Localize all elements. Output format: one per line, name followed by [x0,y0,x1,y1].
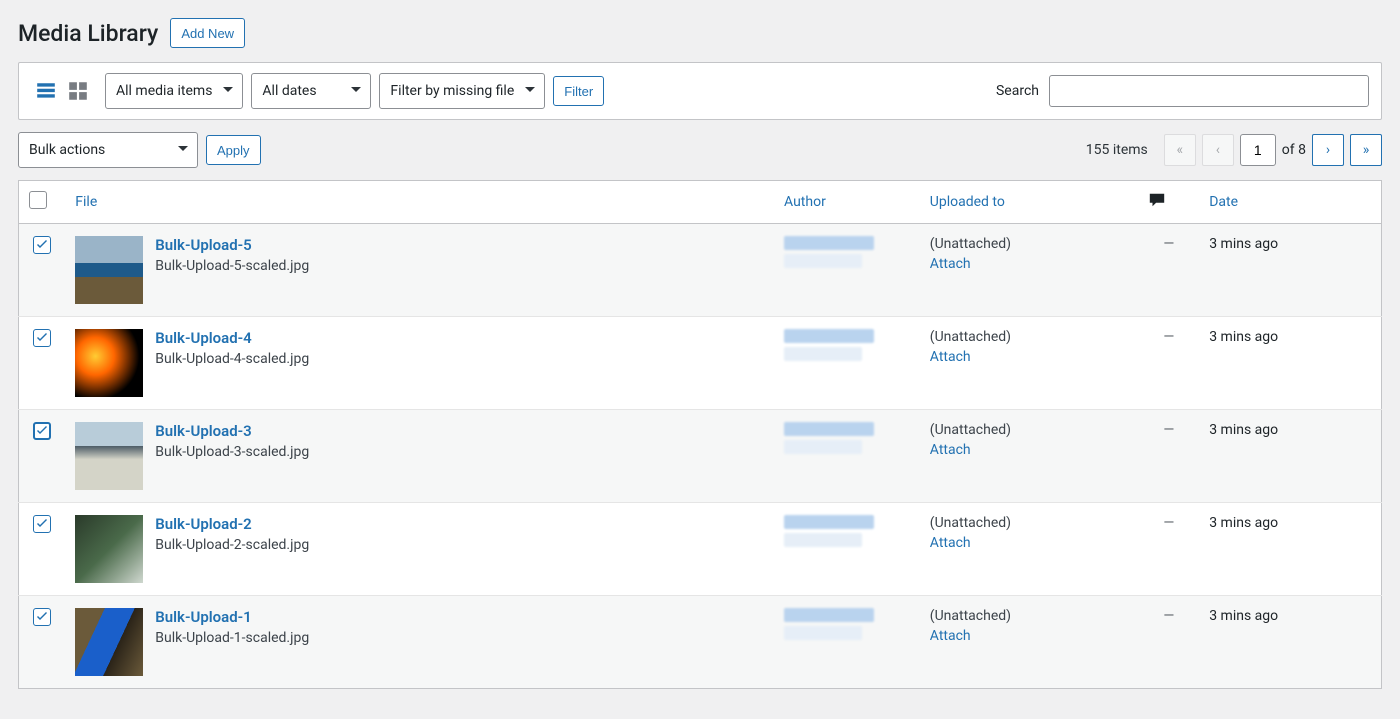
chevron-down-icon [524,83,536,99]
last-page-button[interactable]: » [1350,134,1382,166]
attach-link[interactable]: Attach [930,628,1129,644]
media-title-link[interactable]: Bulk-Upload-5 [155,236,309,254]
date-select[interactable]: All dates [251,73,371,109]
media-type-select-label: All media items [116,83,212,99]
row-checkbox[interactable] [33,329,51,347]
list-view-icon [35,80,57,102]
apply-button[interactable]: Apply [206,135,261,165]
filter-toolbar: All media items All dates Filter by miss… [18,62,1382,120]
bulk-actions-select[interactable]: Bulk actions [18,132,198,168]
attach-link[interactable]: Attach [930,442,1129,458]
column-header-uploaded-to[interactable]: Uploaded to [930,194,1005,210]
attach-link[interactable]: Attach [930,349,1129,365]
author-cell [784,236,910,268]
redacted-text [784,347,862,361]
search-label: Search [996,83,1039,99]
comment-bubble-icon [1148,197,1166,213]
media-type-select[interactable]: All media items [105,73,243,109]
missing-file-select-label: Filter by missing file [390,83,514,99]
redacted-text [784,254,862,268]
redacted-text [784,422,874,436]
filter-button[interactable]: Filter [553,76,604,106]
uploaded-to-status: (Unattached) [930,422,1129,438]
media-filename: Bulk-Upload-2-scaled.jpg [155,537,309,553]
media-filename: Bulk-Upload-4-scaled.jpg [155,351,309,367]
uploaded-to-status: (Unattached) [930,515,1129,531]
media-filename: Bulk-Upload-3-scaled.jpg [155,444,309,460]
attach-link[interactable]: Attach [930,256,1129,272]
media-thumbnail[interactable] [75,236,143,304]
media-title-link[interactable]: Bulk-Upload-1 [155,608,309,626]
media-title-link[interactable]: Bulk-Upload-3 [155,422,309,440]
author-cell [784,515,910,547]
comments-count: — [1163,422,1174,438]
chevron-down-icon [222,83,234,99]
current-page-input[interactable] [1240,134,1276,166]
author-cell [784,608,910,640]
media-table: File Author Uploaded to Date Bulk-Upload… [18,180,1382,689]
media-thumbnail[interactable] [75,329,143,397]
date-cell: 3 mins ago [1199,503,1381,596]
redacted-text [784,533,862,547]
total-pages-label: of 8 [1282,142,1306,158]
media-thumbnail[interactable] [75,608,143,676]
next-page-button[interactable]: › [1312,134,1344,166]
page-title: Media Library [18,20,158,47]
bulk-actions-select-label: Bulk actions [29,142,105,158]
column-header-file[interactable]: File [75,194,97,210]
redacted-text [784,515,874,529]
date-cell: 3 mins ago [1199,410,1381,503]
column-header-date[interactable]: Date [1209,194,1238,210]
select-all-checkbox[interactable] [29,191,47,209]
media-filename: Bulk-Upload-5-scaled.jpg [155,258,309,274]
media-title-link[interactable]: Bulk-Upload-4 [155,329,309,347]
redacted-text [784,626,862,640]
comments-count: — [1163,515,1174,531]
uploaded-to-status: (Unattached) [930,236,1129,252]
author-cell [784,329,910,361]
table-row: Bulk-Upload-2 Bulk-Upload-2-scaled.jpg (Un… [19,503,1382,596]
date-cell: 3 mins ago [1199,596,1381,689]
media-thumbnail[interactable] [75,515,143,583]
table-row: Bulk-Upload-4 Bulk-Upload-4-scaled.jpg (Un… [19,317,1382,410]
table-row: Bulk-Upload-1 Bulk-Upload-1-scaled.jpg (Un… [19,596,1382,689]
comments-count: — [1163,236,1174,252]
date-cell: 3 mins ago [1199,317,1381,410]
chevron-down-icon [350,83,362,99]
attach-link[interactable]: Attach [930,535,1129,551]
chevron-down-icon [177,142,189,158]
add-new-button[interactable]: Add New [170,18,245,48]
redacted-text [784,329,874,343]
date-select-label: All dates [262,83,316,99]
table-row: Bulk-Upload-3 Bulk-Upload-3-scaled.jpg (Un… [19,410,1382,503]
comments-count: — [1163,329,1174,345]
comments-count: — [1163,608,1174,624]
date-cell: 3 mins ago [1199,224,1381,317]
author-cell [784,422,910,454]
grid-view-button[interactable] [63,76,93,106]
row-checkbox[interactable] [33,422,51,440]
prev-page-button[interactable]: ‹ [1202,134,1234,166]
media-filename: Bulk-Upload-1-scaled.jpg [155,630,309,646]
grid-view-icon [67,80,89,102]
item-count: 155 items [1086,142,1148,158]
search-input[interactable] [1049,75,1369,107]
uploaded-to-status: (Unattached) [930,608,1129,624]
uploaded-to-status: (Unattached) [930,329,1129,345]
table-row: Bulk-Upload-5 Bulk-Upload-5-scaled.jpg (Un… [19,224,1382,317]
first-page-button[interactable]: « [1164,134,1196,166]
redacted-text [784,440,862,454]
missing-file-select[interactable]: Filter by missing file [379,73,545,109]
row-checkbox[interactable] [33,608,51,626]
row-checkbox[interactable] [33,236,51,254]
column-header-author[interactable]: Author [784,194,826,210]
media-title-link[interactable]: Bulk-Upload-2 [155,515,309,533]
media-thumbnail[interactable] [75,422,143,490]
redacted-text [784,236,874,250]
row-checkbox[interactable] [33,515,51,533]
redacted-text [784,608,874,622]
list-view-button[interactable] [31,76,61,106]
